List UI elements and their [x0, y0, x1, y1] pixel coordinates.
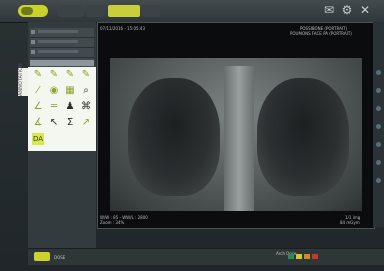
status-bar: DOSE Arch Dose: [28, 248, 384, 265]
rail-button-5[interactable]: [376, 142, 381, 147]
pencil-icon[interactable]: ✎: [80, 69, 92, 81]
text-icon[interactable]: Σ: [64, 117, 76, 129]
rail-button-2[interactable]: [376, 88, 381, 93]
rail-button-6[interactable]: [376, 160, 381, 165]
pencil-icon[interactable]: ✎: [32, 69, 44, 81]
mediastinum: [224, 66, 254, 211]
rail-button-1[interactable]: [376, 70, 381, 75]
circle-icon[interactable]: ◉: [48, 85, 60, 97]
panel-section-header[interactable]: [30, 60, 94, 66]
angle-icon[interactable]: ∠: [32, 101, 44, 113]
pencil-icon[interactable]: ✎: [64, 69, 76, 81]
dose-level-low: [288, 254, 294, 259]
viewer-header-left: 07/11/2016 - 15:05:43: [100, 26, 146, 31]
annotation-side-tab[interactable]: ANNOTATION: [18, 63, 28, 96]
viewer-header-right-2: POUMONS FACE PA (PORTRAIT): [290, 31, 352, 36]
app-window: ✉ ⚙ ✕ ANNOTATION ✎ ✎ ✎ ✎ ⁄ ◉ ▦ ⌕ ∠ ═ ♟ ⌘…: [0, 0, 384, 271]
window-icon[interactable]: ⌘: [80, 101, 92, 113]
magnify-icon[interactable]: ⌕: [80, 85, 92, 97]
top-toolbar: ✉ ⚙ ✕: [0, 0, 384, 23]
dose-level-mid: [296, 254, 302, 259]
right-lung: [128, 78, 220, 196]
active-view-button[interactable]: [108, 5, 140, 17]
menu-button[interactable]: [58, 5, 84, 17]
rail-button-7[interactable]: [376, 178, 381, 183]
annotation-toolbox: ✎ ✎ ✎ ✎ ⁄ ◉ ▦ ⌕ ∠ ═ ♟ ⌘ ∡ ↖ Σ ↗ DA: [28, 67, 96, 151]
hatch-icon[interactable]: ▦: [64, 85, 76, 97]
dose-level-high: [304, 254, 310, 259]
panel-row-2[interactable]: [30, 38, 94, 48]
line-icon[interactable]: ⁄: [32, 85, 44, 97]
dose-level-max: [312, 254, 318, 259]
car-button[interactable]: [86, 5, 104, 17]
rail-button-4[interactable]: [376, 124, 381, 129]
panel-row-1[interactable]: [30, 28, 94, 38]
arrow-icon[interactable]: ↗: [80, 117, 92, 129]
pointer-icon[interactable]: ↖: [48, 117, 60, 129]
mail-icon[interactable]: ✉: [322, 3, 336, 17]
left-lung: [257, 78, 349, 196]
ruler-icon[interactable]: ═: [48, 101, 60, 113]
cobb-angle-icon[interactable]: ∡: [32, 117, 44, 129]
brand-logo-mark: [21, 7, 33, 15]
pencil-icon[interactable]: ✎: [48, 69, 60, 81]
da-tool-button[interactable]: DA: [32, 133, 44, 145]
viewer-footer-left-2: Zoom : 34%: [100, 220, 125, 225]
right-tool-rail: [373, 22, 384, 227]
viewer-footer-right-2: 84 mGym: [340, 220, 360, 225]
panel-row-3[interactable]: [30, 48, 94, 58]
eye-button[interactable]: [142, 5, 160, 17]
rail-button-3[interactable]: [376, 106, 381, 111]
person-icon[interactable]: ♟: [64, 101, 76, 113]
close-icon[interactable]: ✕: [358, 3, 372, 17]
dose-button[interactable]: [34, 252, 50, 261]
settings-icon[interactable]: ⚙: [340, 3, 354, 17]
dose-label: DOSE: [54, 255, 66, 260]
